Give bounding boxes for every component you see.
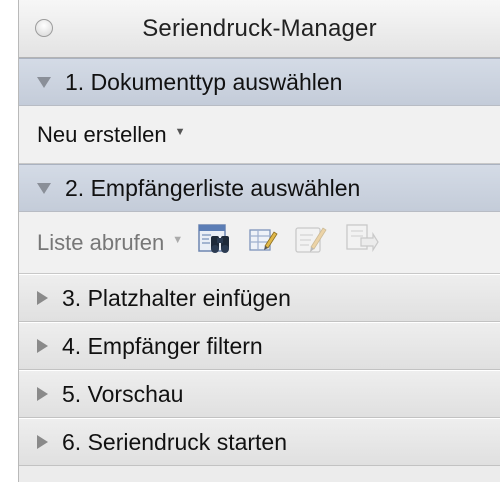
window-title: Seriendruck-Manager bbox=[142, 14, 377, 42]
dropdown-label: Neu erstellen bbox=[37, 121, 167, 147]
section-label: 4. Empfänger filtern bbox=[62, 332, 263, 359]
disclosure-triangle-open-icon[interactable] bbox=[37, 76, 51, 88]
find-contacts-icon[interactable] bbox=[197, 222, 233, 264]
close-button[interactable] bbox=[35, 19, 53, 37]
disclosure-triangle-open-icon[interactable] bbox=[37, 182, 51, 194]
disclosure-triangle-closed-icon[interactable] bbox=[37, 435, 48, 449]
section-label: 3. Platzhalter einfügen bbox=[62, 284, 291, 311]
section-header-insert-placeholders[interactable]: 3. Platzhalter einfügen bbox=[19, 274, 500, 322]
section-header-select-recipient-list[interactable]: 2. Empfängerliste auswählen bbox=[19, 164, 500, 212]
section-header-preview[interactable]: 5. Vorschau bbox=[19, 370, 500, 418]
section-label: 1. Dokumenttyp auswählen bbox=[65, 68, 343, 95]
dropdown-arrow-icon: ▼ bbox=[174, 125, 186, 138]
edit-list-icon[interactable] bbox=[247, 224, 279, 262]
title-bar: Seriendruck-Manager bbox=[19, 0, 500, 58]
section-label: 2. Empfängerliste auswählen bbox=[65, 174, 361, 201]
section-header-start-merge[interactable]: 6. Seriendruck starten bbox=[19, 418, 500, 466]
edit-source-icon[interactable] bbox=[293, 222, 329, 264]
section-body-recipient-list: Liste abrufen ▼ bbox=[19, 212, 500, 274]
dropdown-arrow-icon: ▼ bbox=[172, 233, 184, 246]
import-list-icon[interactable] bbox=[343, 222, 379, 264]
section-header-select-document-type[interactable]: 1. Dokumenttyp auswählen bbox=[19, 58, 500, 106]
disclosure-triangle-closed-icon[interactable] bbox=[37, 339, 48, 353]
section-label: 6. Seriendruck starten bbox=[62, 428, 288, 455]
disclosure-triangle-closed-icon[interactable] bbox=[37, 291, 48, 305]
section-label: 5. Vorschau bbox=[62, 380, 184, 407]
disclosure-triangle-closed-icon[interactable] bbox=[37, 387, 48, 401]
create-new-dropdown[interactable]: Neu erstellen ▼ bbox=[37, 122, 186, 148]
section-header-filter-recipients[interactable]: 4. Empfänger filtern bbox=[19, 322, 500, 370]
section-body-document-type: Neu erstellen ▼ bbox=[19, 106, 500, 164]
get-list-dropdown[interactable]: Liste abrufen ▼ bbox=[37, 230, 183, 256]
dropdown-label: Liste abrufen bbox=[37, 229, 165, 255]
mail-merge-palette: Seriendruck-Manager 1. Dokumenttyp auswä… bbox=[18, 0, 500, 482]
